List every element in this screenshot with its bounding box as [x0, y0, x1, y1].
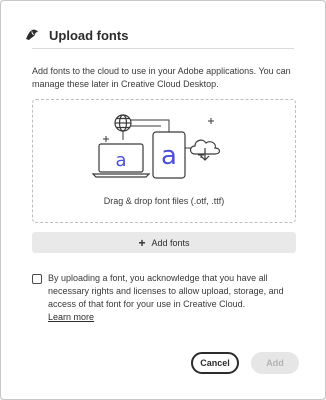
- cloud-download-icon: [189, 139, 221, 161]
- learn-more-link[interactable]: Learn more: [48, 311, 294, 324]
- consent-checkbox[interactable]: [32, 274, 42, 284]
- upload-fonts-dialog: Upload fonts Add fonts to the cloud to u…: [0, 0, 326, 400]
- add-fonts-button[interactable]: + Add fonts: [32, 232, 296, 253]
- consent-text-block: By uploading a font, you acknowledge tha…: [48, 272, 294, 324]
- add-button[interactable]: Add: [251, 352, 299, 374]
- add-fonts-label: Add fonts: [151, 237, 190, 248]
- svg-text:a: a: [161, 141, 177, 171]
- dialog-description: Add fonts to the cloud to use in your Ad…: [32, 66, 291, 89]
- globe-icon: [114, 114, 132, 132]
- upload-illustration: a a: [91, 114, 221, 179]
- font-a-icon: a: [115, 150, 126, 171]
- dropzone-instructions: Drag & drop font files (.otf, .ttf): [103, 196, 225, 206]
- dialog-title: Upload fonts: [49, 27, 129, 43]
- header-divider: [32, 48, 294, 49]
- plus-icon: +: [138, 235, 146, 250]
- adobe-fonts-logo-icon: [26, 29, 38, 40]
- cancel-button[interactable]: Cancel: [191, 352, 239, 374]
- font-dropzone[interactable]: a a Drag & drop font files (.otf, .ttf): [32, 99, 296, 223]
- dialog-header: Upload fonts: [23, 21, 128, 49]
- consent-text: By uploading a font, you acknowledge tha…: [48, 273, 284, 309]
